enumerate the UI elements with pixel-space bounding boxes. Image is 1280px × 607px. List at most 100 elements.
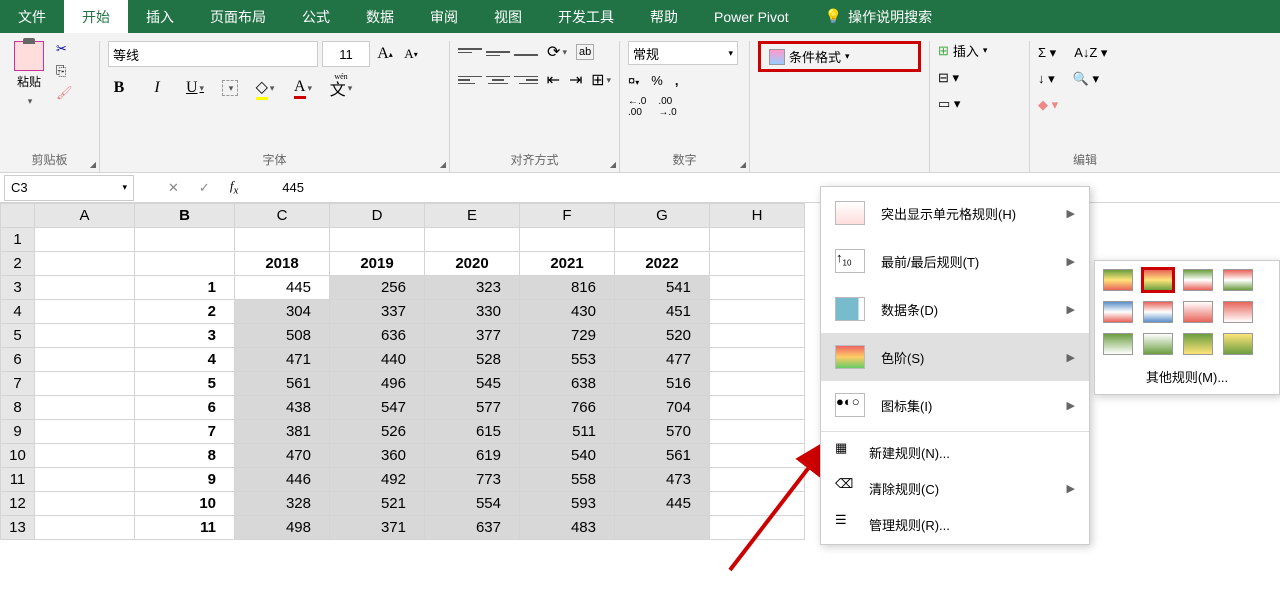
data-cell[interactable]: 438: [235, 396, 330, 420]
sort-filter-icon[interactable]: A↓Z ▾: [1074, 45, 1107, 61]
data-cell[interactable]: 553: [520, 348, 615, 372]
data-cell[interactable]: 637: [425, 516, 520, 540]
dialog-launcher-icon[interactable]: ◢: [440, 160, 446, 169]
data-cell[interactable]: 377: [425, 324, 520, 348]
decrease-decimal-icon[interactable]: .00→.0: [658, 96, 676, 118]
align-middle-icon[interactable]: [486, 41, 510, 63]
currency-icon[interactable]: ¤▾: [628, 73, 639, 88]
col-header[interactable]: B: [135, 204, 235, 228]
data-cell[interactable]: 593: [520, 492, 615, 516]
color-scale-option[interactable]: [1103, 333, 1133, 355]
enter-icon[interactable]: ✓: [199, 180, 210, 196]
data-cell[interactable]: 451: [615, 300, 710, 324]
menu-clear-rules[interactable]: ⌫ 清除规则(C) ▶: [821, 470, 1089, 506]
data-cell[interactable]: 445: [615, 492, 710, 516]
col-header[interactable]: C: [235, 204, 330, 228]
data-cell[interactable]: 477: [615, 348, 710, 372]
borders-button[interactable]: [222, 80, 238, 96]
data-cell[interactable]: 528: [425, 348, 520, 372]
align-bottom-icon[interactable]: [514, 41, 538, 63]
tell-me[interactable]: 💡 操作说明搜索: [807, 0, 950, 33]
menu-color-scales[interactable]: 色阶(S) ▶: [821, 333, 1089, 381]
data-cell[interactable]: 729: [520, 324, 615, 348]
cut-icon[interactable]: ✂: [56, 41, 73, 57]
tab-help[interactable]: 帮助: [632, 0, 696, 33]
tab-page-layout[interactable]: 页面布局: [192, 0, 284, 33]
format-cells-icon[interactable]: ▭ ▾: [938, 96, 1021, 112]
align-right-icon[interactable]: [514, 69, 538, 91]
menu-highlight-rules[interactable]: 突出显示单元格规则(H) ▶: [821, 189, 1089, 237]
table-row[interactable]: 1: [1, 228, 805, 252]
menu-top-bottom-rules[interactable]: ↑10 最前/最后规则(T) ▶: [821, 237, 1089, 285]
color-scale-option[interactable]: [1223, 269, 1253, 291]
col-header[interactable]: D: [330, 204, 425, 228]
data-cell[interactable]: 636: [330, 324, 425, 348]
data-cell[interactable]: 498: [235, 516, 330, 540]
fill-icon[interactable]: ↓ ▾: [1038, 71, 1055, 87]
data-cell[interactable]: 766: [520, 396, 615, 420]
color-scale-option[interactable]: [1223, 333, 1253, 355]
row-header[interactable]: 8: [1, 396, 35, 420]
data-cell[interactable]: 445: [235, 276, 330, 300]
row-header[interactable]: 12: [1, 492, 35, 516]
data-cell[interactable]: 619: [425, 444, 520, 468]
decrease-font-icon[interactable]: A▾: [400, 43, 422, 65]
row-header[interactable]: 4: [1, 300, 35, 324]
menu-data-bars[interactable]: 数据条(D) ▶: [821, 285, 1089, 333]
table-row[interactable]: 119446492773558473: [1, 468, 805, 492]
table-row[interactable]: 97381526615511570: [1, 420, 805, 444]
table-row[interactable]: 86438547577766704: [1, 396, 805, 420]
comma-icon[interactable]: ,: [675, 73, 679, 88]
color-scale-option[interactable]: [1223, 301, 1253, 323]
col-header[interactable]: A: [35, 204, 135, 228]
format-painter-icon[interactable]: 🖌: [56, 85, 73, 101]
tab-power-pivot[interactable]: Power Pivot: [696, 0, 807, 33]
formula-bar-value[interactable]: 445: [258, 180, 304, 195]
data-cell[interactable]: 561: [615, 444, 710, 468]
increase-decimal-icon[interactable]: ←.0.00: [628, 96, 646, 118]
font-color-button[interactable]: A: [292, 77, 314, 99]
data-cell[interactable]: 328: [235, 492, 330, 516]
menu-manage-rules[interactable]: ☰ 管理规则(R)...: [821, 506, 1089, 542]
col-header[interactable]: H: [710, 204, 805, 228]
phonetic-button[interactable]: wén文: [330, 77, 352, 99]
underline-button[interactable]: U: [184, 77, 206, 99]
data-cell[interactable]: 337: [330, 300, 425, 324]
delete-cells-icon[interactable]: ⊟ ▾: [938, 70, 1021, 86]
tab-review[interactable]: 审阅: [412, 0, 476, 33]
row-header[interactable]: 10: [1, 444, 35, 468]
data-cell[interactable]: 330: [425, 300, 520, 324]
data-cell[interactable]: [615, 516, 710, 540]
table-row[interactable]: 53508636377729520: [1, 324, 805, 348]
name-box[interactable]: C3 ▾: [4, 175, 134, 201]
decrease-indent-icon[interactable]: ⇤: [546, 69, 561, 91]
dialog-launcher-icon[interactable]: ◢: [740, 160, 746, 169]
data-cell[interactable]: 547: [330, 396, 425, 420]
select-all-button[interactable]: [1, 204, 35, 228]
data-cell[interactable]: 371: [330, 516, 425, 540]
number-format-select[interactable]: 常规▾: [628, 41, 738, 65]
data-cell[interactable]: 570: [615, 420, 710, 444]
menu-icon-sets[interactable]: ●◐○ 图标集(I) ▶: [821, 381, 1089, 429]
table-row[interactable]: 1311498371637483: [1, 516, 805, 540]
row-header[interactable]: 6: [1, 348, 35, 372]
dialog-launcher-icon[interactable]: ◢: [610, 160, 616, 169]
row-header[interactable]: 3: [1, 276, 35, 300]
insert-cells-button[interactable]: ⊞ 插入 ▾: [938, 41, 1021, 60]
data-cell[interactable]: 473: [615, 468, 710, 492]
data-cell[interactable]: 440: [330, 348, 425, 372]
color-scale-option[interactable]: [1103, 269, 1133, 291]
font-size-select[interactable]: [322, 41, 370, 67]
wrap-text-icon[interactable]: ab: [576, 44, 594, 60]
data-cell[interactable]: 470: [235, 444, 330, 468]
table-row[interactable]: 42304337330430451: [1, 300, 805, 324]
row-header[interactable]: 1: [1, 228, 35, 252]
fx-icon[interactable]: fx: [230, 178, 238, 197]
row-header[interactable]: 2: [1, 252, 35, 276]
data-cell[interactable]: 360: [330, 444, 425, 468]
merge-cells-icon[interactable]: ⊞: [591, 69, 611, 91]
data-cell[interactable]: 521: [330, 492, 425, 516]
color-scale-option[interactable]: [1183, 301, 1213, 323]
color-scale-option[interactable]: [1143, 269, 1173, 291]
color-scale-option[interactable]: [1183, 333, 1213, 355]
